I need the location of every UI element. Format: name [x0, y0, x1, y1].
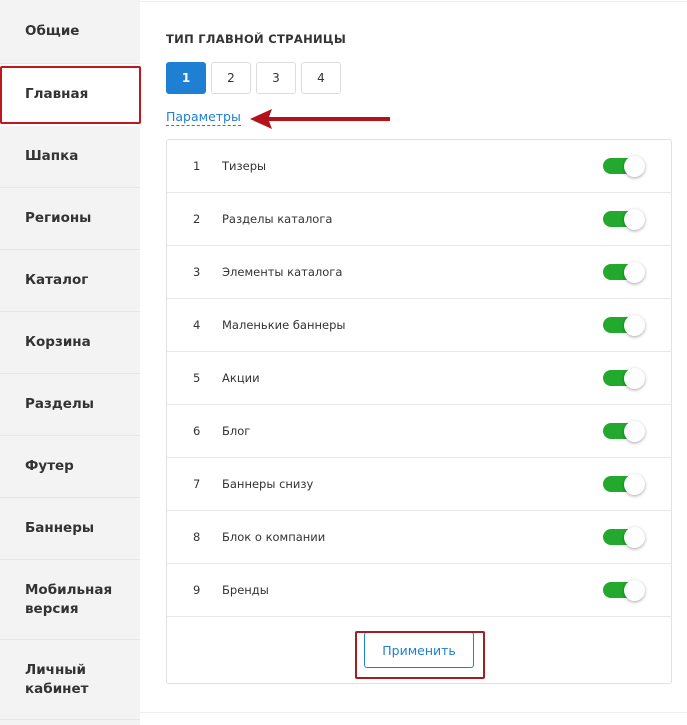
divider	[140, 712, 687, 713]
sidebar-item-regions[interactable]: Регионы	[0, 188, 140, 250]
list-item: 9 Бренды	[167, 564, 671, 617]
toggle-switch[interactable]	[603, 580, 645, 601]
sidebar-item-cart[interactable]: Корзина	[0, 312, 140, 374]
list-item: 3 Элементы каталога	[167, 246, 671, 299]
toggle-switch[interactable]	[603, 315, 645, 336]
toggle-switch[interactable]	[603, 262, 645, 283]
list-item: 8 Блок о компании	[167, 511, 671, 564]
row-number: 3	[193, 265, 201, 279]
sidebar-item-label: Мобильная версия	[25, 581, 113, 617]
sidebar-item-account[interactable]: Личный кабинет	[0, 640, 140, 720]
sidebar-item-banners[interactable]: Баннеры	[0, 498, 140, 560]
arrow-left-icon	[250, 109, 390, 129]
row-number: 4	[193, 318, 201, 332]
sidebar-item-label: Баннеры	[25, 520, 95, 536]
row-number: 9	[193, 583, 201, 597]
type-tab-3[interactable]: 3	[256, 62, 296, 94]
sidebar-item-label: Личный кабинет	[25, 661, 89, 697]
sidebar-item-general[interactable]: Общие	[0, 0, 140, 64]
row-number: 1	[193, 159, 201, 173]
sidebar-item-main[interactable]: Главная	[0, 64, 140, 126]
sidebar-nav: Общие Главная Шапка Регионы Каталог Корз…	[0, 0, 140, 725]
toggle-switch[interactable]	[603, 474, 645, 495]
sidebar-item-header[interactable]: Шапка	[0, 126, 140, 188]
sidebar-item-label: Регионы	[25, 210, 92, 226]
sidebar-item-label: Шапка	[25, 148, 79, 164]
params-link[interactable]: Параметры	[166, 109, 241, 126]
sidebar-item-sections[interactable]: Разделы	[0, 374, 140, 436]
type-tab-4[interactable]: 4	[301, 62, 341, 94]
sidebar-item-label: Главная	[25, 86, 89, 102]
divider	[140, 1, 687, 2]
list-item: 5 Акции	[167, 352, 671, 405]
page-type-tabs: 1 2 3 4	[166, 62, 341, 94]
sidebar-item-label: Разделы	[25, 396, 95, 412]
sidebar-item-footer[interactable]: Футер	[0, 436, 140, 498]
apply-footer: Применить	[167, 617, 671, 683]
list-item: 6 Блог	[167, 405, 671, 458]
list-item: 4 Маленькие баннеры	[167, 299, 671, 352]
row-number: 6	[193, 424, 201, 438]
list-item: 7 Баннеры снизу	[167, 458, 671, 511]
row-number: 5	[193, 371, 201, 385]
blocks-panel: 1 Тизеры 2 Разделы каталога 3 Элементы к…	[166, 139, 672, 684]
toggle-switch[interactable]	[603, 156, 645, 177]
row-number: 7	[193, 477, 201, 491]
sidebar-item-catalog[interactable]: Каталог	[0, 250, 140, 312]
sidebar-item-label: Футер	[25, 458, 74, 474]
apply-button[interactable]: Применить	[364, 632, 474, 668]
main-content: ТИП ГЛАВНОЙ СТРАНИЦЫ 1 2 3 4 Параметры 1…	[140, 0, 687, 725]
sidebar-item-label: Корзина	[25, 334, 91, 350]
list-item: 1 Тизеры	[167, 140, 671, 193]
row-number: 8	[193, 530, 201, 544]
toggle-switch[interactable]	[603, 209, 645, 230]
sidebar-item-mobile[interactable]: Мобильная версия	[0, 560, 140, 640]
row-number: 2	[193, 212, 201, 226]
type-tab-2[interactable]: 2	[211, 62, 251, 94]
toggle-switch[interactable]	[603, 421, 645, 442]
type-tab-1[interactable]: 1	[166, 62, 206, 94]
sidebar-item-label: Общие	[25, 23, 80, 39]
sidebar-item-label: Каталог	[25, 272, 89, 288]
section-title: ТИП ГЛАВНОЙ СТРАНИЦЫ	[166, 32, 347, 46]
toggle-switch[interactable]	[603, 527, 645, 548]
toggle-switch[interactable]	[603, 368, 645, 389]
list-item: 2 Разделы каталога	[167, 193, 671, 246]
